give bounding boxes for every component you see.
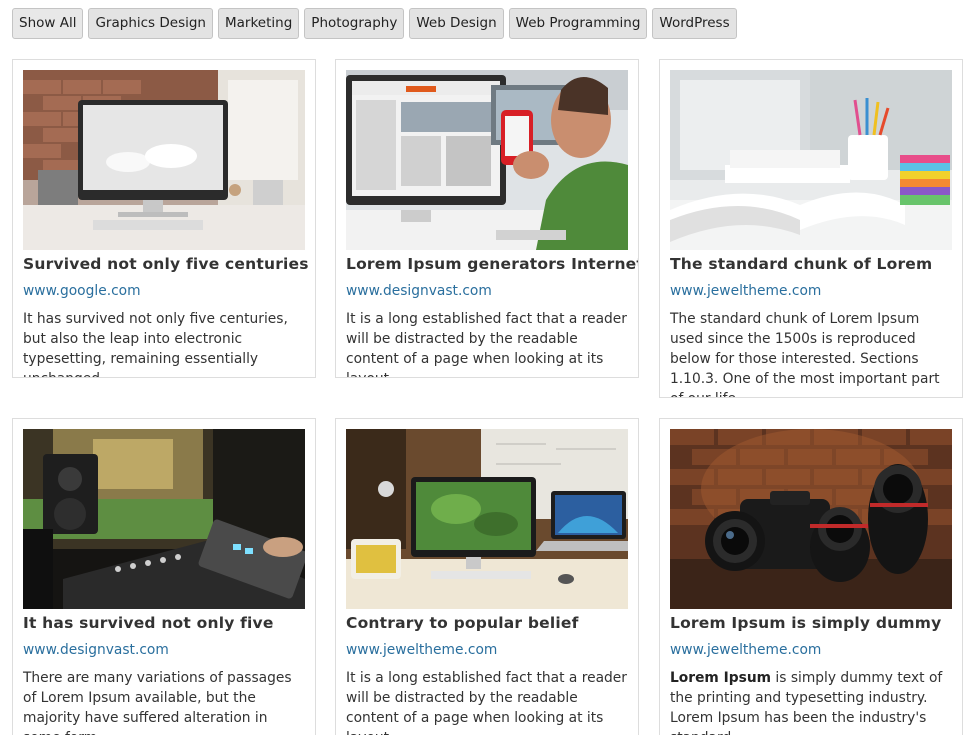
open-book-desk-image <box>670 70 952 250</box>
portfolio-filter-bar: Show All Graphics Design Marketing Photo… <box>12 8 737 39</box>
imac-desk-photo[interactable] <box>23 70 305 250</box>
card-description: It has survived not only five centuries,… <box>23 311 288 377</box>
card-link[interactable]: www.designvast.com <box>23 641 305 659</box>
filter-photography-button[interactable]: Photography <box>304 8 405 39</box>
man-phone-imac-photo[interactable] <box>346 70 628 250</box>
filter-show-all-button[interactable]: Show All <box>12 8 84 39</box>
portfolio-card: Lorem Ipsum is simply dummy www.jewelthe… <box>659 418 963 735</box>
card-link[interactable]: www.jeweltheme.com <box>670 641 952 659</box>
card-title[interactable]: Contrary to popular belief <box>346 612 628 634</box>
filter-web-programming-button[interactable]: Web Programming <box>508 8 648 39</box>
card-description: It is a long established fact that a rea… <box>346 311 627 377</box>
card-description: Lorem Ipsum is simply dummy text of the … <box>670 668 952 735</box>
cameras-brick-image <box>670 429 952 609</box>
imac-desk-image <box>23 70 305 250</box>
portfolio-card: It has survived not only five www.design… <box>12 418 316 735</box>
card-description: It is a long established fact that a rea… <box>346 670 627 735</box>
portfolio-card: Lorem Ipsum generators Internet www.desi… <box>335 59 639 378</box>
card-link[interactable]: www.jeweltheme.com <box>346 641 628 659</box>
filter-web-design-button[interactable]: Web Design <box>409 8 504 39</box>
open-book-desk-photo[interactable] <box>670 70 952 250</box>
music-studio-photo[interactable] <box>23 429 305 609</box>
card-link[interactable]: www.designvast.com <box>346 282 628 300</box>
filter-wordpress-button[interactable]: WordPress <box>652 8 737 39</box>
workspace-desk-photo[interactable] <box>346 429 628 609</box>
card-title[interactable]: Survived not only five centuries <box>23 253 309 275</box>
portfolio-card: The standard chunk of Lorem www.jewelthe… <box>659 59 963 398</box>
filter-graphics-design-button[interactable]: Graphics Design <box>88 8 213 39</box>
card-title[interactable]: The standard chunk of Lorem <box>670 253 952 275</box>
man-phone-imac-image <box>346 70 628 250</box>
card-link[interactable]: www.jeweltheme.com <box>670 282 952 300</box>
cameras-brick-photo[interactable] <box>670 429 952 609</box>
card-title[interactable]: Lorem Ipsum generators Internet <box>346 253 638 275</box>
music-studio-image <box>23 429 305 609</box>
portfolio-card: Survived not only five centuries www.goo… <box>12 59 316 378</box>
filter-marketing-button[interactable]: Marketing <box>218 8 300 39</box>
card-title[interactable]: Lorem Ipsum is simply dummy <box>670 612 952 634</box>
card-description: There are many variations of passages of… <box>23 670 292 735</box>
card-link[interactable]: www.google.com <box>23 282 305 300</box>
card-title[interactable]: It has survived not only five <box>23 612 305 634</box>
workspace-desk-image <box>346 429 628 609</box>
portfolio-card: Contrary to popular belief www.jewelthem… <box>335 418 639 735</box>
card-description-bold: Lorem Ipsum <box>670 670 772 686</box>
card-description: The standard chunk of Lorem Ipsum used s… <box>670 311 940 397</box>
